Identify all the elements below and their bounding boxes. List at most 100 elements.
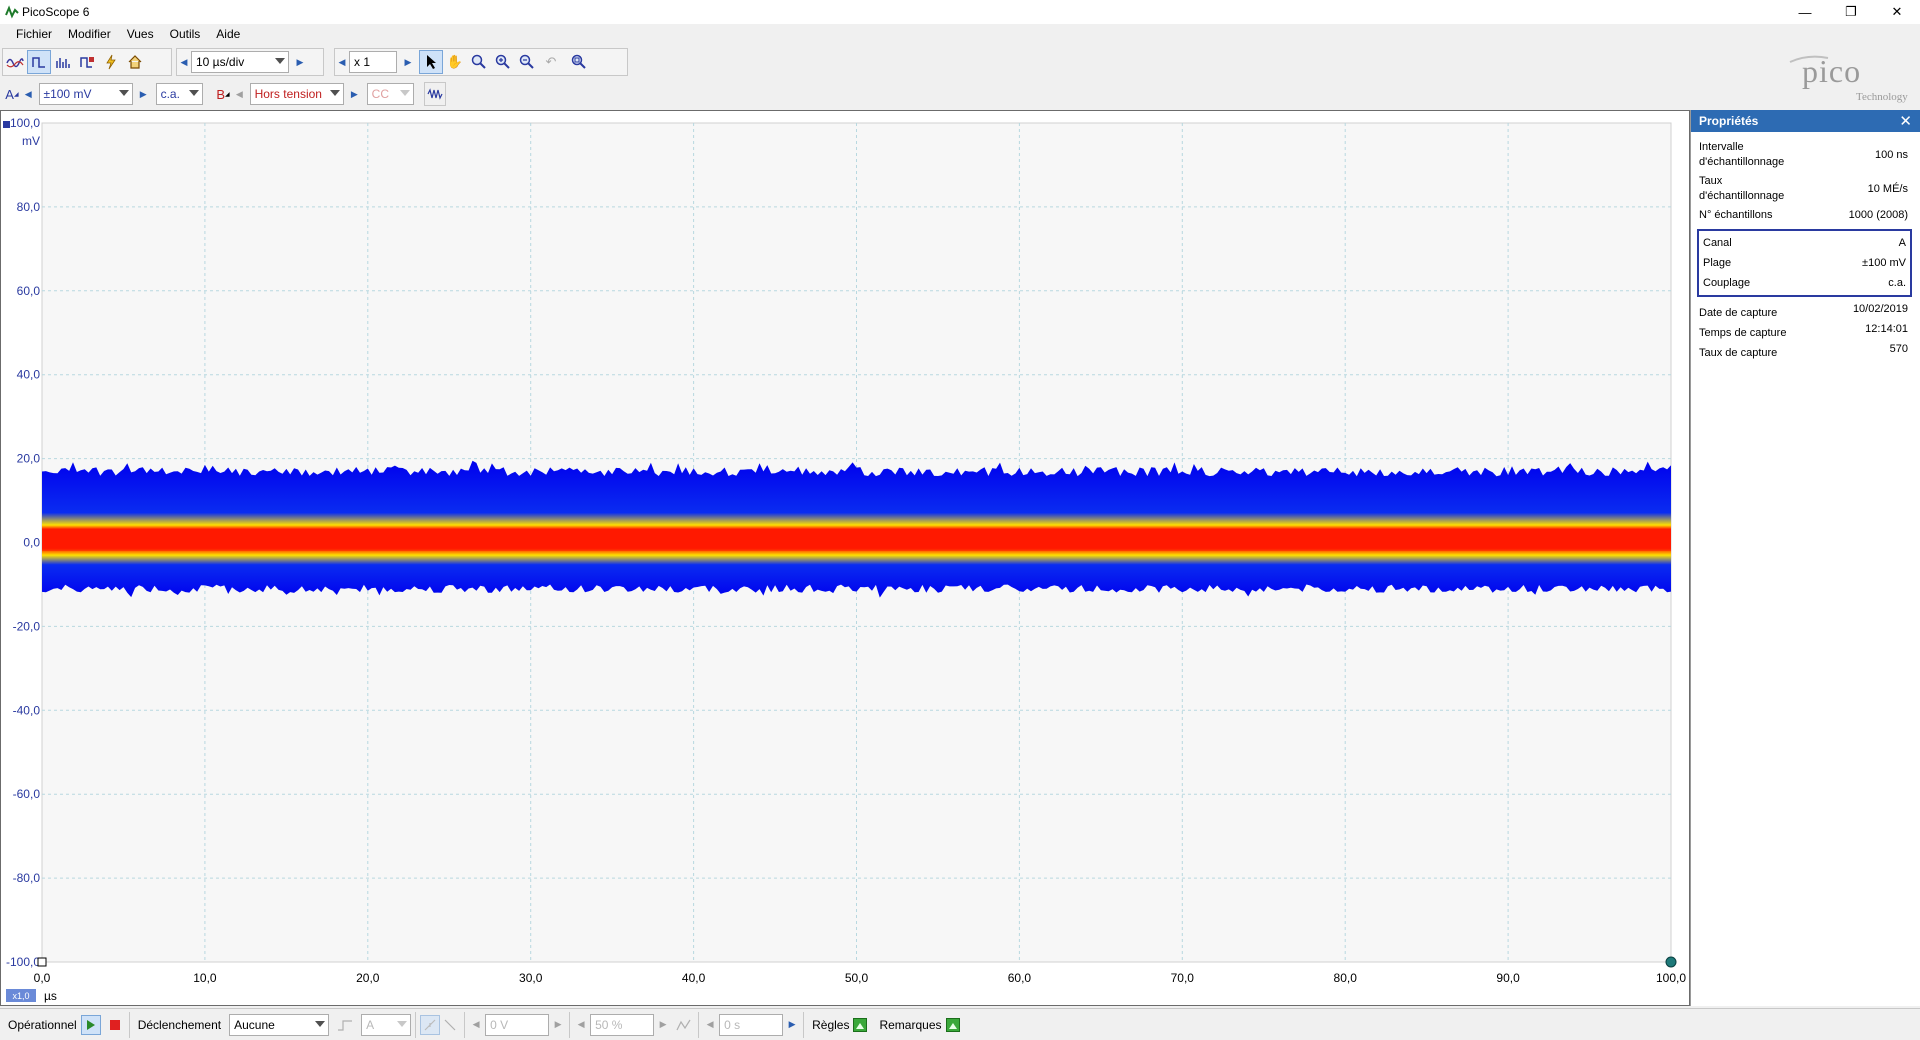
notes-image-icon[interactable] [945, 1017, 960, 1032]
channel-a-button[interactable]: A ◢ [2, 82, 22, 106]
channel-b-coupling-value: CC [371, 87, 390, 101]
channel-a-trace [42, 460, 1671, 598]
timebase-prev-arrow-icon[interactable]: ◀ [177, 51, 191, 73]
threshold-prev-arrow-icon[interactable]: ◀ [469, 1014, 483, 1036]
channel-a-range-select[interactable]: ±100 mV [38, 83, 133, 105]
range-b-prev-arrow-icon[interactable]: ◀ [233, 83, 246, 105]
close-properties-icon[interactable]: ✕ [1899, 112, 1912, 130]
run-button-icon[interactable] [80, 1014, 101, 1035]
property-value: ±100 mV [1862, 257, 1906, 269]
zoom-in-tool-icon[interactable] [467, 50, 491, 74]
channel-b-button[interactable]: B ◢ [213, 82, 233, 106]
x-tick-label: 50,0 [845, 971, 869, 985]
chevron-down-icon [330, 90, 341, 96]
property-label: Taux d'échantillonnage [1699, 175, 1785, 202]
property-value: A [1898, 237, 1906, 249]
notes-label[interactable]: Remarques [875, 1018, 945, 1032]
close-window-button[interactable]: ✕ [1874, 0, 1920, 24]
channel-a-coupling-select[interactable]: c.a. [155, 83, 204, 105]
hand-tool-icon[interactable]: ✋ [443, 50, 467, 74]
falling-edge-icon[interactable] [440, 1015, 460, 1035]
spectrum-mode-icon[interactable] [51, 50, 75, 74]
delay-next-arrow-icon[interactable]: ▶ [785, 1014, 799, 1036]
pretrigger-prev-arrow-icon[interactable]: ◀ [574, 1014, 588, 1036]
trigger-mode-select[interactable]: Aucune [229, 1013, 330, 1036]
property-row: Taux d'échantillonnage 10 MÉ/s [1691, 174, 1920, 204]
property-label: Date de capture [1699, 307, 1778, 319]
pointer-tool-icon[interactable] [419, 50, 443, 74]
y-tick-label: -80,0 [13, 871, 41, 885]
property-label: Canal [1703, 237, 1732, 249]
time-ruler-handle[interactable] [1665, 956, 1677, 968]
trigger-probe-icon[interactable] [99, 50, 123, 74]
channel-b-coupling-select[interactable]: CC [366, 83, 415, 105]
stop-button-icon[interactable] [105, 1015, 125, 1035]
x-tick-label: 40,0 [682, 971, 706, 985]
range-b-next-arrow-icon[interactable]: ▶ [348, 83, 361, 105]
y-tick-label: 80,0 [17, 200, 41, 214]
zoom-input[interactable]: x 1 [349, 51, 397, 73]
scope-mode-icon[interactable] [3, 50, 27, 74]
y-unit-label: mV [22, 134, 40, 148]
origin-marker[interactable] [37, 957, 47, 967]
title-bar: PicoScope 6 — ❐ ✕ [0, 0, 1920, 24]
maximize-button[interactable]: ❐ [1828, 0, 1874, 24]
property-row: Canal A [1699, 233, 1910, 253]
minimize-button[interactable]: — [1782, 0, 1828, 24]
property-row: Intervalle d'échantillonnage 100 ns [1691, 140, 1920, 170]
channel-b-range-select[interactable]: Hors tension [249, 83, 345, 105]
persistence-mode-icon[interactable] [27, 50, 51, 74]
scope-view[interactable]: 0,0 10,0 20,0 30,0 40,0 50,0 60,0 70,0 80,0 90,0 1… [0, 110, 1690, 1006]
trigger-channel-select[interactable]: A [361, 1013, 412, 1036]
y-tick-label: -20,0 [13, 619, 41, 633]
menu-fichier[interactable]: Fichier [8, 24, 60, 45]
rulers-label[interactable]: Règles [808, 1018, 853, 1032]
rulers-image-icon[interactable] [853, 1017, 868, 1032]
y-tick-label: 100,0 [10, 116, 40, 130]
property-label: Temps de capture [1699, 327, 1787, 339]
picoscope-app-icon [4, 4, 20, 20]
threshold-next-arrow-icon[interactable]: ▶ [551, 1014, 565, 1036]
channel-controls: A ◢ ◀ ±100 mV ▶ c.a. B ◢ ◀ Hors tension ▶ … [2, 80, 447, 108]
scope-plot[interactable]: 0,0 10,0 20,0 30,0 40,0 50,0 60,0 70,0 80,0 90,0 1… [1, 111, 1689, 1005]
range-a-next-arrow-icon[interactable]: ▶ [137, 83, 150, 105]
pretrigger-input[interactable]: 50 % [590, 1013, 655, 1036]
delay-prev-arrow-icon[interactable]: ◀ [703, 1014, 717, 1036]
new-view-icon[interactable] [75, 50, 99, 74]
y-tick-label: 0,0 [23, 536, 40, 550]
zoom-overview-icon[interactable] [567, 50, 591, 74]
x-tick-label: 80,0 [1334, 971, 1358, 985]
menu-outils[interactable]: Outils [162, 24, 209, 45]
x-tick-label: 60,0 [1008, 971, 1032, 985]
chevron-down-icon [397, 1020, 408, 1027]
property-value: 1000 (2008) [1848, 209, 1908, 221]
timebase-next-arrow-icon[interactable]: ▶ [293, 51, 307, 73]
zoom-next-arrow-icon[interactable]: ▶ [401, 51, 415, 73]
menu-vues[interactable]: Vues [119, 24, 162, 45]
window-title: PicoScope 6 [22, 5, 90, 19]
status-bar: Opérationnel Déclenchement Aucune A ◀ 0 … [0, 1008, 1920, 1040]
advanced-trigger-icon[interactable] [674, 1015, 694, 1035]
undo-zoom-icon[interactable]: ↶ [539, 50, 563, 74]
zoom-plus-tool-icon[interactable] [491, 50, 515, 74]
trigger-edge-icon[interactable] [335, 1015, 355, 1035]
x-tick-label: 70,0 [1171, 971, 1195, 985]
chevron-down-icon [118, 90, 129, 96]
menu-modifier[interactable]: Modifier [60, 24, 119, 45]
pretrigger-next-arrow-icon[interactable]: ▶ [656, 1014, 670, 1036]
zoom-out-tool-icon[interactable] [515, 50, 539, 74]
x-tick-label: 20,0 [356, 971, 380, 985]
range-a-prev-arrow-icon[interactable]: ◀ [22, 83, 35, 105]
rising-edge-icon[interactable] [420, 1014, 441, 1035]
threshold-input[interactable]: 0 V [485, 1013, 550, 1036]
timebase-select[interactable]: 10 µs/div [191, 51, 289, 73]
zoom-prev-arrow-icon[interactable]: ◀ [335, 51, 349, 73]
chevron-down-icon [275, 58, 285, 64]
signal-generator-icon[interactable] [424, 82, 447, 106]
chevron-down-icon [315, 1020, 326, 1027]
home-icon[interactable] [123, 50, 147, 74]
delay-input[interactable]: 0 s [719, 1013, 784, 1036]
menu-aide[interactable]: Aide [208, 24, 248, 45]
property-value: 570 [1889, 343, 1908, 355]
trigger-channel-value: A [366, 1017, 375, 1032]
